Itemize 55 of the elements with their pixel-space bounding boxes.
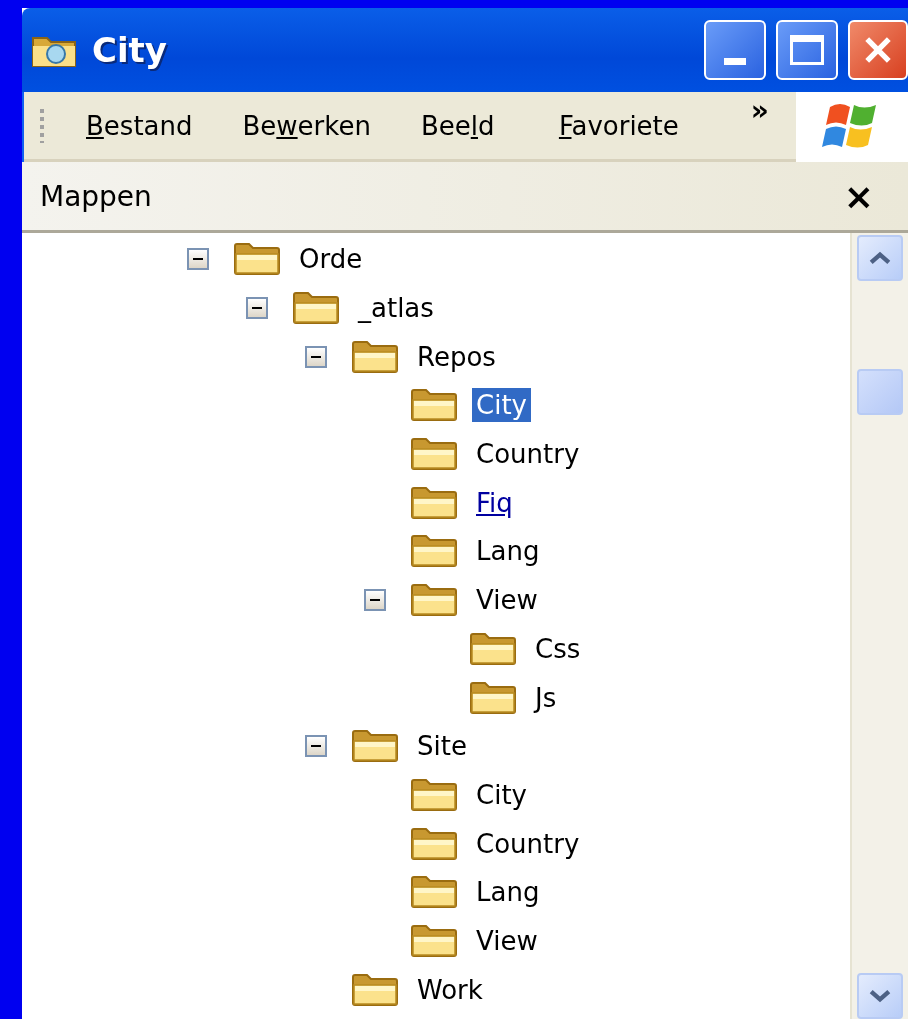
collapse-icon[interactable] — [305, 735, 327, 758]
folder-icon — [410, 583, 458, 618]
folder-icon — [410, 923, 458, 958]
menu-item[interactable]: Bestand — [86, 110, 193, 141]
folder-label[interactable]: Country — [472, 437, 584, 472]
window-title: City — [92, 30, 169, 70]
menu-overflow-button[interactable]: » — [750, 94, 769, 127]
collapse-icon[interactable] — [305, 345, 327, 368]
folder-label[interactable]: Fiq — [472, 485, 517, 520]
folder-icon — [469, 631, 517, 666]
folder-label[interactable]: Site — [413, 729, 471, 764]
folder-label[interactable]: Work — [413, 972, 487, 1007]
folder-icon — [469, 680, 517, 715]
folder-icon — [410, 875, 458, 910]
menu-item[interactable]: Favoriete — [558, 110, 679, 141]
maximize-button[interactable] — [776, 20, 838, 80]
chevron-down-icon — [869, 989, 891, 1003]
folder-label[interactable]: View — [472, 583, 542, 618]
chevron-up-icon — [869, 251, 891, 265]
scrollbar[interactable] — [850, 233, 908, 1019]
collapse-icon[interactable] — [246, 297, 268, 320]
folder-icon — [351, 729, 399, 764]
folder-icon — [292, 291, 340, 326]
scroll-thumb[interactable] — [857, 369, 903, 415]
close-button[interactable] — [848, 20, 908, 80]
menu-item[interactable]: Beeld — [420, 110, 559, 141]
folder-label[interactable]: Orde — [295, 242, 367, 277]
collapse-icon[interactable] — [187, 248, 209, 271]
folder-label[interactable]: Lang — [472, 534, 544, 569]
folder-label[interactable]: View — [472, 923, 542, 958]
folder-label[interactable]: Lang — [472, 875, 544, 910]
minimize-button[interactable] — [704, 20, 766, 80]
scroll-down-button[interactable] — [857, 973, 903, 1019]
folder-icon — [410, 485, 458, 520]
folder-icon — [410, 388, 458, 423]
folder-label[interactable]: Country — [472, 826, 584, 861]
grip-icon — [40, 108, 44, 143]
folder-icon — [410, 777, 458, 812]
folder-label[interactable]: Repos — [413, 339, 500, 374]
folder-icon — [410, 826, 458, 861]
folder-icon — [410, 437, 458, 472]
collapse-icon[interactable] — [364, 589, 386, 612]
scroll-up-button[interactable] — [857, 235, 903, 281]
menu-item[interactable]: Bewerken — [242, 110, 371, 141]
folder-label[interactable]: City — [472, 388, 531, 423]
folder-icon — [351, 972, 399, 1007]
close-pane-button[interactable]: × — [843, 175, 874, 217]
folder-label[interactable]: _atlas — [354, 291, 438, 326]
folder-icon — [410, 534, 458, 569]
folder-label[interactable]: Js — [531, 680, 561, 715]
folder-label[interactable]: City — [472, 777, 531, 812]
folder-icon — [351, 339, 399, 374]
folder-label[interactable]: Css — [531, 631, 585, 666]
folder-icon — [233, 242, 281, 277]
pane-title: Mappen — [40, 179, 152, 213]
